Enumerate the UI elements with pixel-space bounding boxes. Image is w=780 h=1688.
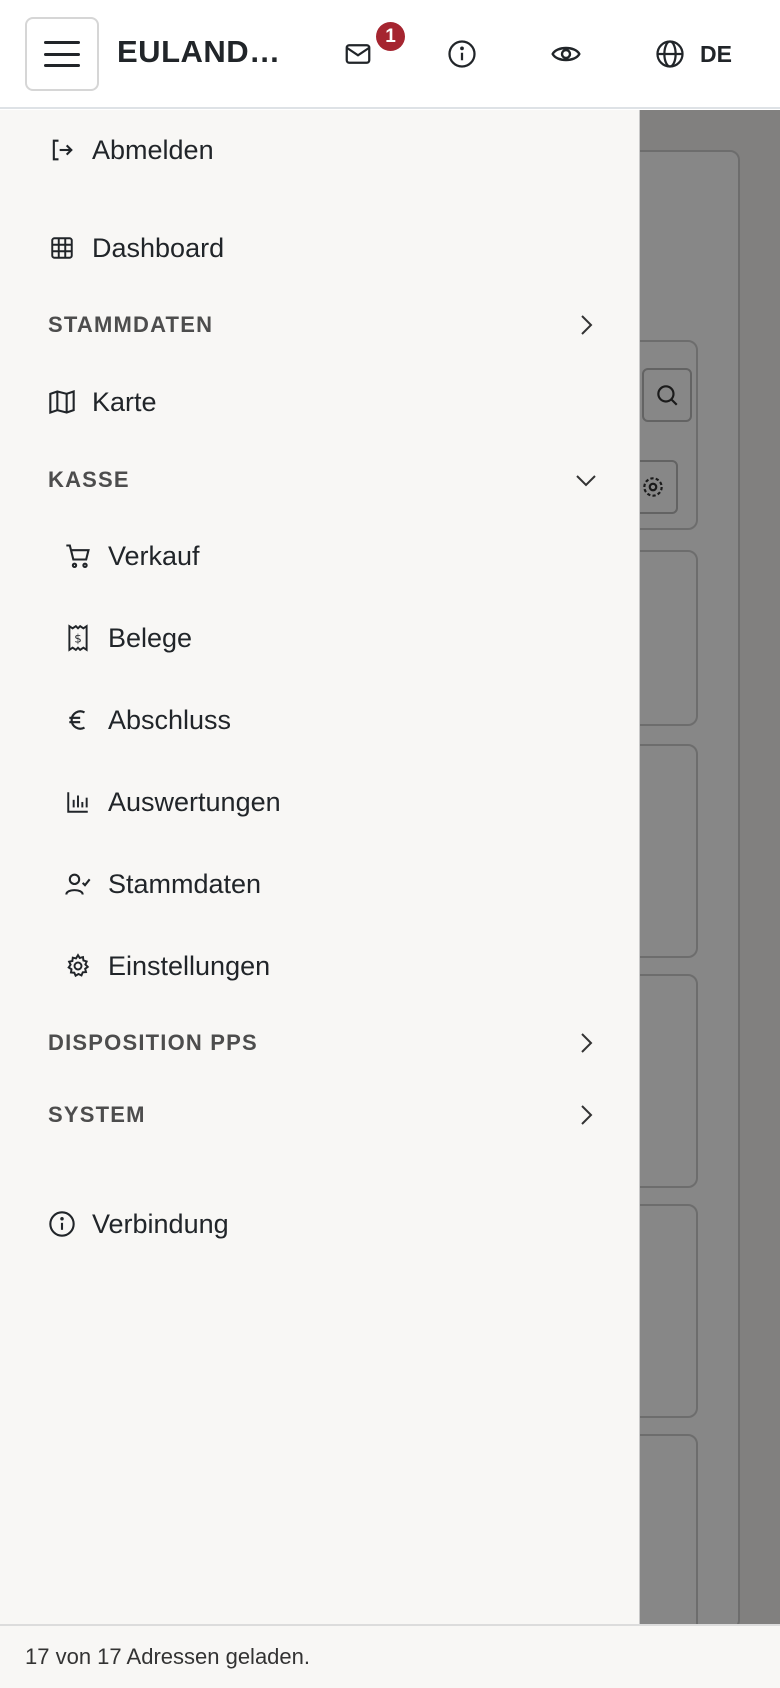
info-icon — [447, 39, 477, 69]
grid-icon — [48, 234, 76, 262]
receipt-icon: $ — [64, 624, 92, 652]
status-text: 17 von 17 Adressen geladen. — [25, 1644, 311, 1669]
chevron-down-icon — [574, 468, 598, 492]
sidebar-item-label: Einstellungen — [108, 950, 271, 981]
menu-toggle-button[interactable] — [25, 17, 99, 91]
chevron-right-icon — [574, 1103, 598, 1127]
eye-icon — [550, 38, 582, 70]
sidebar-item-logout[interactable]: Abmelden — [48, 130, 214, 170]
sidebar-item-karte[interactable]: Karte — [48, 382, 157, 422]
sidebar-item-verkauf[interactable]: Verkauf — [64, 536, 200, 576]
euro-icon — [64, 706, 92, 734]
sidebar-section-stammdaten[interactable]: STAMMDATEN — [48, 305, 598, 345]
sidebar-item-einstellungen[interactable]: Einstellungen — [64, 946, 270, 986]
language-button[interactable] — [650, 34, 690, 74]
sidebar-item-label: Verkauf — [108, 540, 200, 571]
sidebar-item-label: Belege — [108, 622, 193, 653]
mail-icon — [343, 39, 373, 69]
mail-button[interactable] — [338, 34, 378, 74]
sidebar-item-dashboard[interactable]: Dashboard — [48, 228, 224, 268]
sidebar-item-auswertungen[interactable]: Auswertungen — [64, 782, 281, 822]
top-navbar: EULANDA... 1 DE — [0, 0, 780, 109]
sidebar-item-label: Auswertungen — [108, 786, 281, 817]
sidebar-drawer: Abmelden Dashboard STAMMDATEN Karte KASS… — [0, 110, 640, 1624]
section-label: KASSE — [48, 467, 130, 492]
brand-title[interactable]: EULANDA... — [117, 34, 297, 70]
sidebar-item-label: Stammdaten — [108, 868, 262, 899]
globe-icon — [655, 39, 685, 69]
sidebar-item-stammdaten[interactable]: Stammdaten — [64, 864, 261, 904]
sidebar-item-label: Verbindung — [92, 1208, 229, 1239]
info-button[interactable] — [442, 34, 482, 74]
sidebar-item-label: Abmelden — [92, 134, 214, 165]
sidebar-item-label: Abschluss — [108, 704, 232, 735]
sidebar-section-system[interactable]: SYSTEM — [48, 1095, 598, 1135]
sidebar-section-disposition[interactable]: DISPOSITION PPS — [48, 1023, 598, 1063]
sidebar-section-kasse[interactable]: KASSE — [48, 460, 598, 500]
cart-icon — [64, 542, 92, 570]
info-icon — [48, 1210, 76, 1238]
sidebar-item-abschluss[interactable]: Abschluss — [64, 700, 231, 740]
user-check-icon — [64, 870, 92, 898]
svg-text:$: $ — [74, 631, 82, 645]
map-icon — [48, 388, 76, 416]
mail-count-badge: 1 — [376, 22, 405, 51]
section-label: DISPOSITION PPS — [48, 1030, 258, 1055]
chevron-right-icon — [574, 1031, 598, 1055]
sidebar-item-belege[interactable]: $ Belege — [64, 618, 192, 658]
section-label: SYSTEM — [48, 1102, 146, 1127]
sidebar-item-verbindung[interactable]: Verbindung — [48, 1204, 229, 1244]
sidebar-item-label: Dashboard — [92, 232, 225, 263]
visibility-button[interactable] — [546, 34, 586, 74]
sidebar-item-label: Karte — [92, 386, 157, 417]
bar-chart-icon — [64, 788, 92, 816]
section-label: STAMMDATEN — [48, 312, 214, 337]
chevron-right-icon — [574, 313, 598, 337]
gear-icon — [64, 952, 92, 980]
hamburger-icon — [44, 41, 80, 67]
language-label[interactable]: DE — [700, 41, 732, 68]
logout-icon — [48, 136, 76, 164]
status-bar: 17 von 17 Adressen geladen. — [0, 1624, 780, 1688]
